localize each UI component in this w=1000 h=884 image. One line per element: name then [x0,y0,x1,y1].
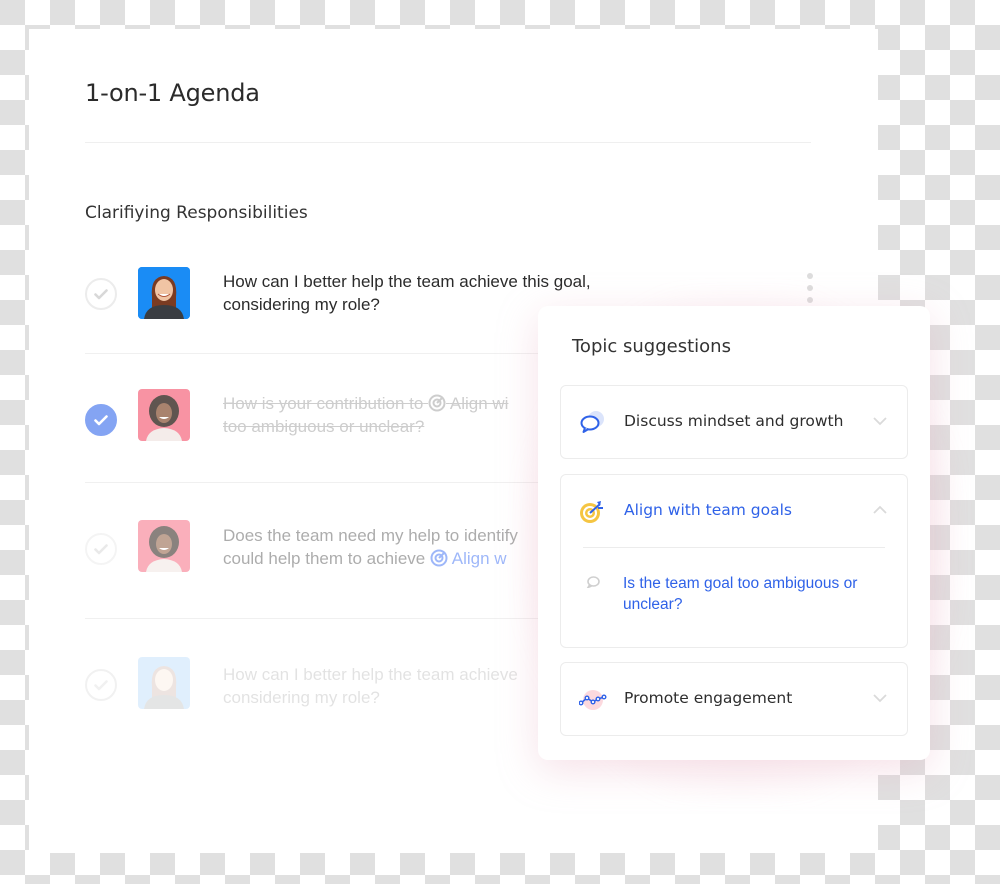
avatar [138,267,190,319]
topic-header[interactable]: Align with team goals [561,475,907,547]
topic-card[interactable]: Promote engagement [560,662,908,736]
person-avatar-icon [138,520,190,572]
chevron-up-icon[interactable] [873,505,887,515]
person-avatar-icon [138,389,190,441]
person-avatar-icon [138,657,190,709]
speech-bubble-icon [580,411,604,433]
topic-card[interactable]: Discuss mindset and growth [560,385,908,459]
complete-checkbox[interactable] [85,404,117,436]
topic-suggestions-popover: Topic suggestions Discuss mindset and gr… [538,306,930,760]
trend-line-icon [579,690,607,710]
chevron-down-icon[interactable] [873,693,887,703]
agenda-item-text-part: How is your contribution to [223,394,424,413]
suggested-question-text[interactable]: Is the team goal too ambiguous or unclea… [623,573,883,615]
topic-header[interactable]: Discuss mindset and growth [561,386,907,458]
title-divider [85,142,811,143]
topic-label: Promote engagement [624,689,793,707]
check-icon [94,679,108,690]
complete-checkbox[interactable] [85,533,117,565]
section-title: Clarifiying Responsibilities [85,203,308,223]
check-icon [94,288,108,299]
topic-chip[interactable]: Align w [430,549,507,568]
avatar [138,657,190,709]
target-icon [430,549,448,567]
target-icon [580,501,603,523]
agenda-item-text-part: Does the team need my help to identify [223,526,518,545]
agenda-item-text-part: too ambiguous or unclear? [223,417,425,436]
topic-label: Align with team goals [624,501,792,519]
avatar [138,520,190,572]
target-icon [428,394,446,412]
person-avatar-icon [138,267,190,319]
agenda-item-text-part: could help them to achieve [223,549,426,568]
chevron-down-icon[interactable] [873,416,887,426]
topic-label: Discuss mindset and growth [624,412,844,430]
avatar [138,389,190,441]
check-icon [94,543,108,554]
complete-checkbox[interactable] [85,278,117,310]
check-icon [94,414,108,425]
topic-card[interactable]: Align with team goals Is the team goal t… [560,474,908,648]
topic-chip-label: Align wi [449,394,509,413]
popover-title: Topic suggestions [572,336,731,357]
speech-bubble-icon [586,576,600,588]
topic-chip[interactable]: Align wi [428,394,508,413]
page-title: 1-on-1 Agenda [85,79,260,107]
topic-chip-label: Align w [451,549,507,568]
topic-header[interactable]: Promote engagement [561,663,907,735]
complete-checkbox[interactable] [85,669,117,701]
topic-divider [583,547,885,548]
